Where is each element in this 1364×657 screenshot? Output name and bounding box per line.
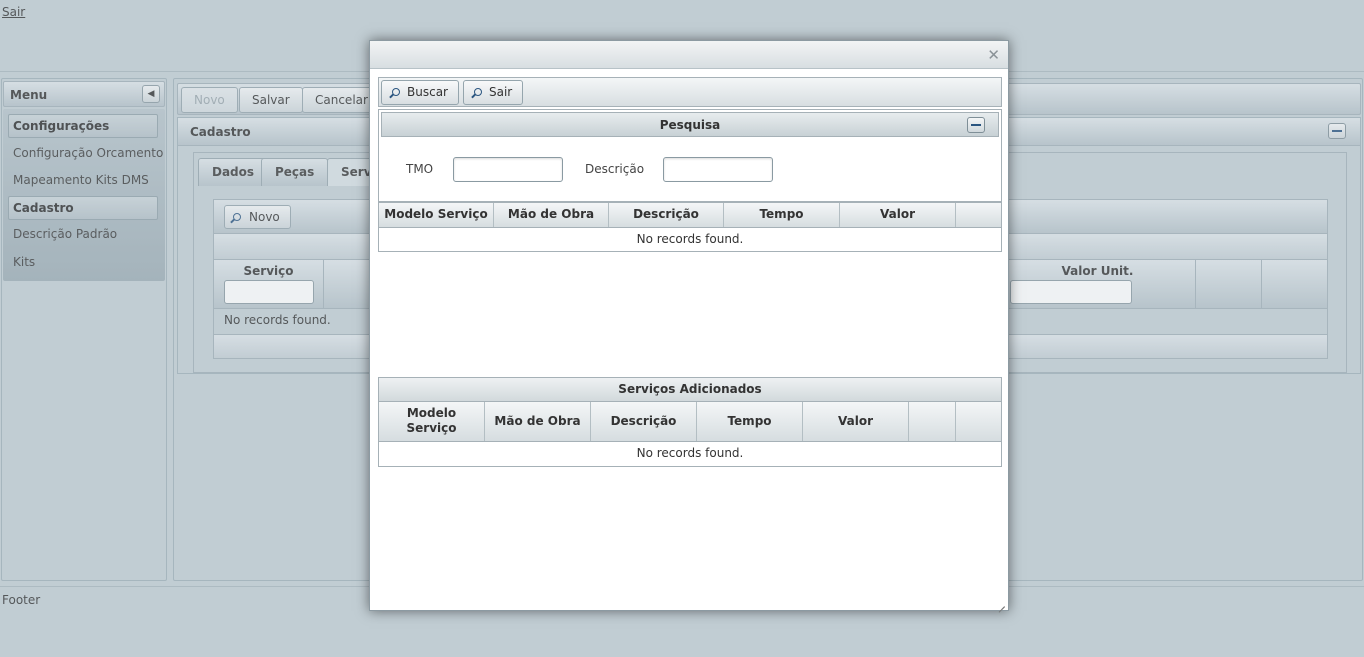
results-col-descricao[interactable]: Descrição xyxy=(609,203,724,227)
sair-button[interactable]: Sair xyxy=(463,80,524,105)
servico-search-dialog: ✕ Buscar Sair Pesquisa TMO Descrição Mod… xyxy=(369,40,1009,611)
added-col-tempo[interactable]: Tempo xyxy=(697,402,803,441)
added-services-title: Serviços Adicionados xyxy=(379,378,1001,402)
added-col-descricao[interactable]: Descrição xyxy=(591,402,697,441)
buscar-button[interactable]: Buscar xyxy=(381,80,459,105)
results-table-header: Modelo Serviço Mão de Obra Descrição Tem… xyxy=(379,203,1001,228)
dialog-titlebar: ✕ xyxy=(370,41,1008,69)
results-col-tempo[interactable]: Tempo xyxy=(724,203,840,227)
pesquisa-title: Pesquisa xyxy=(659,118,721,132)
descricao-input[interactable] xyxy=(663,157,773,182)
results-col-mao-de-obra[interactable]: Mão de Obra xyxy=(494,203,609,227)
tmo-input[interactable] xyxy=(453,157,563,182)
added-services-table: Serviços Adicionados Modelo Serviço Mão … xyxy=(378,377,1002,467)
search-icon xyxy=(474,88,482,96)
added-col-modelo-servico[interactable]: Modelo Serviço xyxy=(379,402,485,441)
added-col-action-1 xyxy=(909,402,956,441)
results-table: Modelo Serviço Mão de Obra Descrição Tem… xyxy=(378,202,1002,252)
added-table-header: Modelo Serviço Mão de Obra Descrição Tem… xyxy=(379,402,1001,442)
results-col-modelo-servico[interactable]: Modelo Serviço xyxy=(379,203,494,227)
descricao-label: Descrição xyxy=(585,162,645,176)
results-empty-message: No records found. xyxy=(636,232,744,246)
added-empty-message: No records found. xyxy=(636,446,744,460)
collapse-pesquisa-button[interactable] xyxy=(967,117,985,133)
results-col-valor[interactable]: Valor xyxy=(840,203,956,227)
sair-label: Sair xyxy=(489,85,513,99)
results-col-action xyxy=(956,203,1001,227)
search-icon xyxy=(392,88,400,96)
resize-handle[interactable] xyxy=(997,599,1005,607)
added-col-mao-de-obra[interactable]: Mão de Obra xyxy=(485,402,591,441)
buscar-label: Buscar xyxy=(407,85,448,99)
added-col-valor[interactable]: Valor xyxy=(803,402,909,441)
pesquisa-header[interactable]: Pesquisa xyxy=(381,112,999,137)
close-icon[interactable]: ✕ xyxy=(987,46,1000,64)
dialog-toolbar: Buscar Sair xyxy=(378,77,1002,107)
tmo-label: TMO xyxy=(406,162,434,176)
pesquisa-fieldset: Pesquisa TMO Descrição xyxy=(378,109,1002,202)
added-col-action-2 xyxy=(956,402,1001,441)
